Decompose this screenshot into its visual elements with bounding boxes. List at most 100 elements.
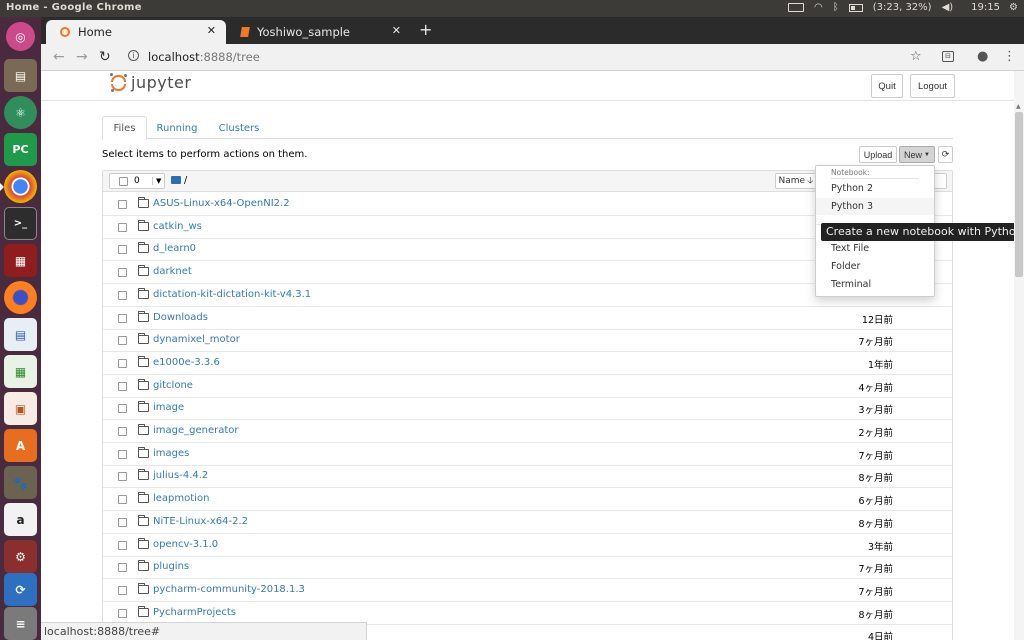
file-name-link[interactable]: catkin_ws	[153, 221, 202, 232]
tab-home[interactable]: Home ✕	[46, 20, 226, 44]
battery-status[interactable]: (3:23, 32%)	[873, 2, 932, 13]
row-checkbox[interactable]	[118, 290, 127, 300]
row-checkbox[interactable]	[118, 608, 127, 618]
file-name-link[interactable]: julius-4.4.2	[153, 470, 208, 481]
page-scrollbar[interactable]: ▲	[1014, 71, 1024, 640]
select-all-control[interactable]: 0 ▼	[109, 173, 165, 189]
row-checkbox[interactable]	[118, 222, 127, 232]
forward-icon[interactable]: →	[76, 49, 88, 65]
software-center-icon[interactable]: A	[4, 429, 37, 462]
tab-clusters[interactable]: Clusters	[214, 116, 264, 140]
new-tab-icon[interactable]: +	[419, 20, 432, 39]
refresh-button[interactable]: ⟳	[938, 146, 953, 163]
terminal-icon[interactable]: >_	[4, 207, 37, 240]
select-dropdown-caret-icon[interactable]: ▼	[152, 177, 161, 185]
impress-icon[interactable]: ▣	[4, 392, 37, 425]
close-icon[interactable]: ✕	[207, 24, 216, 37]
keyboard-icon[interactable]	[788, 3, 804, 12]
file-row[interactable]: images 7ヶ月前	[103, 443, 952, 466]
tab-yoshiwo-sample[interactable]: Yoshiwo_sample ✕	[227, 20, 411, 44]
firefox-icon[interactable]	[4, 281, 37, 314]
system-monitor-icon[interactable]: ▦	[4, 244, 37, 277]
file-name-link[interactable]: image	[153, 402, 184, 413]
quit-button[interactable]: Quit	[871, 74, 903, 98]
file-row[interactable]: Downloads 12日前	[103, 307, 952, 330]
row-checkbox[interactable]	[118, 200, 127, 209]
bookmark-star-icon[interactable]: ☆	[910, 49, 922, 64]
select-all-checkbox[interactable]	[119, 177, 128, 186]
file-name-link[interactable]: gitclone	[153, 380, 193, 391]
menu-icon[interactable]: ⋮	[1003, 49, 1016, 64]
row-checkbox[interactable]	[118, 495, 127, 505]
row-checkbox[interactable]	[118, 245, 127, 255]
file-row[interactable]: plugins 7ヶ月前	[103, 556, 952, 580]
file-name-link[interactable]: pycharm-community-2018.1.3	[153, 584, 305, 595]
file-name-link[interactable]: Downloads	[153, 312, 208, 323]
back-icon[interactable]: ←	[53, 49, 65, 65]
extension-icon[interactable]: ⊟	[942, 51, 954, 62]
logout-button[interactable]: Logout	[910, 74, 955, 98]
wifi-icon[interactable]: ◠	[814, 2, 823, 13]
file-row[interactable]: dynamixel_motor 7ヶ月前	[103, 329, 952, 353]
settings-icon[interactable]: ⚙	[4, 540, 37, 573]
chrome-icon[interactable]	[0, 170, 37, 203]
row-checkbox[interactable]	[118, 358, 127, 368]
scrollbar-thumb[interactable]	[1015, 112, 1023, 277]
file-name-link[interactable]: darknet	[153, 266, 192, 277]
new-button[interactable]: New ▼	[899, 146, 935, 163]
scroll-up-icon[interactable]: ▲	[1016, 103, 1021, 110]
file-name-link[interactable]: e1000e-3.3.6	[153, 357, 220, 368]
files-icon[interactable]: ▤	[4, 59, 37, 92]
tab-running[interactable]: Running	[152, 116, 202, 140]
row-checkbox[interactable]	[118, 268, 127, 278]
file-name-link[interactable]: dynamixel_motor	[153, 334, 240, 345]
file-name-link[interactable]: dictation-kit-dictation-kit-v4.3.1	[153, 289, 311, 300]
menu-item-folder[interactable]: Folder	[816, 258, 934, 275]
account-icon[interactable]: ●	[977, 49, 988, 64]
file-name-link[interactable]: image_generator	[153, 425, 239, 436]
power-icon[interactable]: ⚙	[1009, 2, 1018, 13]
file-name-link[interactable]: images	[153, 448, 189, 459]
battery-icon[interactable]	[848, 3, 863, 12]
row-checkbox[interactable]	[118, 404, 127, 414]
atom-icon[interactable]: ⚛	[4, 96, 37, 129]
clock[interactable]: 19:15	[971, 2, 1000, 13]
update-icon[interactable]: ⟳	[4, 573, 37, 606]
file-row[interactable]: leapmotion 6ヶ月前	[103, 488, 952, 512]
file-name-link[interactable]: NiTE-Linux-x64-2.2	[153, 516, 248, 527]
file-row[interactable]: opencv-3.1.0 3年前	[103, 534, 952, 557]
menu-item-python2[interactable]: Python 2	[816, 180, 934, 197]
volume-icon[interactable]: ◀)	[942, 2, 954, 13]
menu-item-text-file[interactable]: Text File	[816, 240, 934, 257]
file-name-link[interactable]: leapmotion	[153, 493, 209, 504]
close-icon[interactable]: ✕	[392, 24, 401, 37]
pycharm-icon[interactable]: PC	[4, 133, 37, 166]
upload-button[interactable]: Upload	[859, 146, 897, 163]
row-checkbox[interactable]	[118, 313, 127, 323]
jupyter-logo[interactable]: jupyter	[110, 72, 191, 92]
file-row[interactable]: NiTE-Linux-x64-2.2 8ヶ月前	[103, 511, 952, 534]
breadcrumb[interactable]: /	[184, 175, 187, 186]
amazon-icon[interactable]: a	[4, 503, 37, 536]
file-name-link[interactable]: PycharmProjects	[153, 607, 236, 618]
file-name-link[interactable]: ASUS-Linux-x64-OpenNI2.2	[153, 198, 290, 209]
row-checkbox[interactable]	[118, 427, 127, 436]
gimp-icon[interactable]: 🐾	[4, 466, 37, 499]
row-checkbox[interactable]	[118, 381, 127, 391]
file-row[interactable]: image 3ヶ月前	[103, 397, 952, 421]
menu-item-terminal[interactable]: Terminal	[816, 276, 934, 293]
row-checkbox[interactable]	[118, 585, 127, 595]
row-checkbox[interactable]	[118, 563, 127, 573]
file-name-link[interactable]: d_learn0	[153, 243, 196, 254]
file-row[interactable]: julius-4.4.2 8ヶ月前	[103, 465, 952, 489]
file-name-link[interactable]: opencv-3.1.0	[153, 539, 218, 550]
writer-icon[interactable]: ▤	[4, 318, 37, 351]
tab-files[interactable]: Files	[102, 116, 147, 140]
bluetooth-icon[interactable]: ᛒ	[833, 2, 839, 13]
file-row[interactable]: gitclone 4ヶ月前	[103, 375, 952, 398]
file-row[interactable]: image_generator 2ヶ月前	[103, 420, 952, 443]
trash-icon[interactable]: ≡	[4, 607, 37, 640]
info-icon[interactable]: i	[128, 50, 139, 61]
reload-icon[interactable]: ↻	[99, 49, 111, 65]
menu-item-python3[interactable]: Python 3	[816, 198, 934, 215]
